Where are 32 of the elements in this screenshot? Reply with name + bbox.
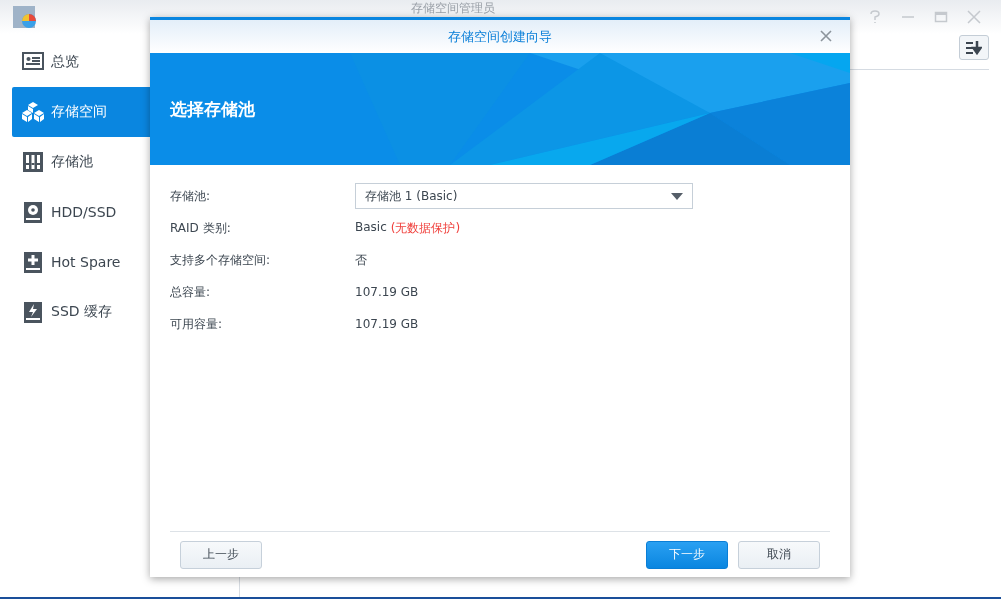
lightning-drive-icon (22, 301, 44, 323)
cancel-button[interactable]: 取消 (738, 540, 820, 569)
sort-icon (966, 40, 982, 55)
field-value: 107.19 GB (355, 285, 419, 299)
caret-icon (671, 192, 683, 200)
field-label: 总容量: (170, 283, 212, 301)
maximize-icon (934, 10, 948, 24)
dialog-title: 存储空间创建向导 (448, 27, 552, 46)
warning-note: (无数据保护) (390, 219, 461, 237)
plus-drive-icon (22, 251, 44, 273)
field-value: Basic (355, 219, 387, 236)
field-value: 否 (355, 251, 367, 269)
disk-drive-icon (22, 201, 44, 223)
id-card-icon (22, 51, 44, 73)
back-button[interactable]: 上一步 (180, 540, 262, 569)
close-icon (967, 10, 981, 24)
close-icon (820, 30, 832, 42)
columns-icon (22, 151, 44, 173)
help-icon (868, 10, 882, 24)
field-label: 存储池: (170, 187, 212, 205)
sidebar-item[interactable]: 总览 (12, 37, 239, 87)
pool-dropdown[interactable]: 存储池 1 (Basic) (355, 183, 693, 209)
close-button[interactable] (820, 30, 832, 42)
sort-button[interactable] (959, 35, 989, 60)
sidebar-item[interactable]: 存储池 (12, 137, 239, 187)
window-title: 存储空间管理员 (410, 2, 496, 15)
field-label: 可用容量: (170, 315, 224, 333)
app-icon (12, 4, 38, 30)
field-value: 107.19 GB (355, 317, 419, 331)
cubes-icon (22, 101, 44, 123)
field-label: RAID 类别: (170, 219, 232, 237)
field-label: 支持多个存储空间: (170, 251, 272, 269)
